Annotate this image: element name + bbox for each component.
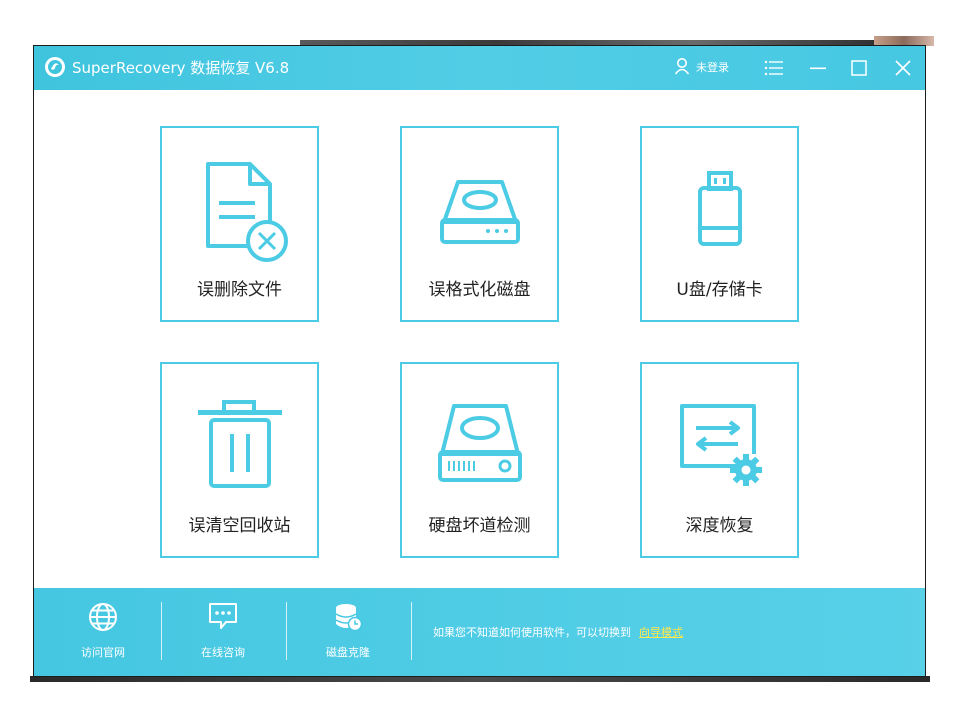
desktop-background [0, 0, 960, 44]
globe-icon [89, 603, 117, 631]
recycle-bin-icon [198, 400, 282, 488]
wizard-mode-link[interactable]: 向导模式 [639, 626, 683, 639]
app-window: SuperRecovery 数据恢复 V6.8 未登录 误删除文件 误格式化磁盘… [33, 45, 926, 677]
tile-label: 误删除文件 [197, 280, 282, 300]
minimize-icon [810, 67, 826, 70]
format-disk-icon [440, 180, 520, 244]
maximize-button[interactable] [847, 56, 871, 80]
tile-formatted-disk[interactable]: 误格式化磁盘 [400, 126, 559, 322]
disk-clone-icon [335, 604, 363, 632]
main-content: 误删除文件 误格式化磁盘 U盘/存储卡 误清空回收站 硬盘坏道检测 深度恢复 [34, 90, 925, 588]
tile-recycle-bin[interactable]: 误清空回收站 [160, 362, 319, 558]
tile-label: 深度恢复 [685, 516, 754, 536]
login-status-label: 未登录 [696, 61, 729, 74]
usb-drive-icon [698, 171, 742, 246]
maximize-icon [851, 60, 867, 76]
app-title: SuperRecovery 数据恢复 V6.8 [72, 59, 290, 77]
online-consult-button[interactable]: 在线咨询 [160, 602, 286, 664]
visit-website-button[interactable]: 访问官网 [40, 602, 166, 664]
footer-bar: 访问官网 在线咨询 磁盘克隆 如果您不知道如何使用软件，可以切换到 向导模式 [34, 588, 925, 676]
deep-recovery-icon [680, 404, 762, 486]
disk-clone-button[interactable]: 磁盘克隆 [285, 602, 411, 664]
title-bar[interactable]: SuperRecovery 数据恢复 V6.8 未登录 [34, 46, 925, 90]
tile-label: U盘/存储卡 [676, 280, 763, 300]
footer-item-label: 访问官网 [81, 646, 125, 659]
hard-disk-check-icon [438, 404, 522, 482]
footer-item-label: 磁盘克隆 [326, 646, 370, 659]
app-logo-icon [44, 56, 66, 78]
tile-label: 误格式化磁盘 [428, 280, 531, 300]
footer-item-label: 在线咨询 [201, 646, 245, 659]
close-icon [895, 60, 911, 76]
user-icon [674, 57, 690, 79]
tile-label: 误清空回收站 [188, 516, 291, 536]
tile-disk-check[interactable]: 硬盘坏道检测 [400, 362, 559, 558]
footer-divider [411, 602, 412, 660]
deleted-file-icon [206, 162, 288, 262]
tile-deep-recovery[interactable]: 深度恢复 [640, 362, 799, 558]
menu-icon [764, 60, 783, 76]
close-button[interactable] [891, 56, 915, 80]
tile-deleted-files[interactable]: 误删除文件 [160, 126, 319, 322]
guide-hint-text: 如果您不知道如何使用软件，可以切换到 [433, 626, 631, 639]
chat-icon [209, 603, 237, 629]
menu-button[interactable] [762, 56, 786, 80]
guide-hint: 如果您不知道如何使用软件，可以切换到 向导模式 [433, 625, 683, 641]
minimize-button[interactable] [806, 56, 830, 80]
login-button[interactable]: 未登录 [674, 58, 729, 78]
tile-label: 硬盘坏道检测 [428, 516, 531, 536]
tile-usb-storage[interactable]: U盘/存储卡 [640, 126, 799, 322]
